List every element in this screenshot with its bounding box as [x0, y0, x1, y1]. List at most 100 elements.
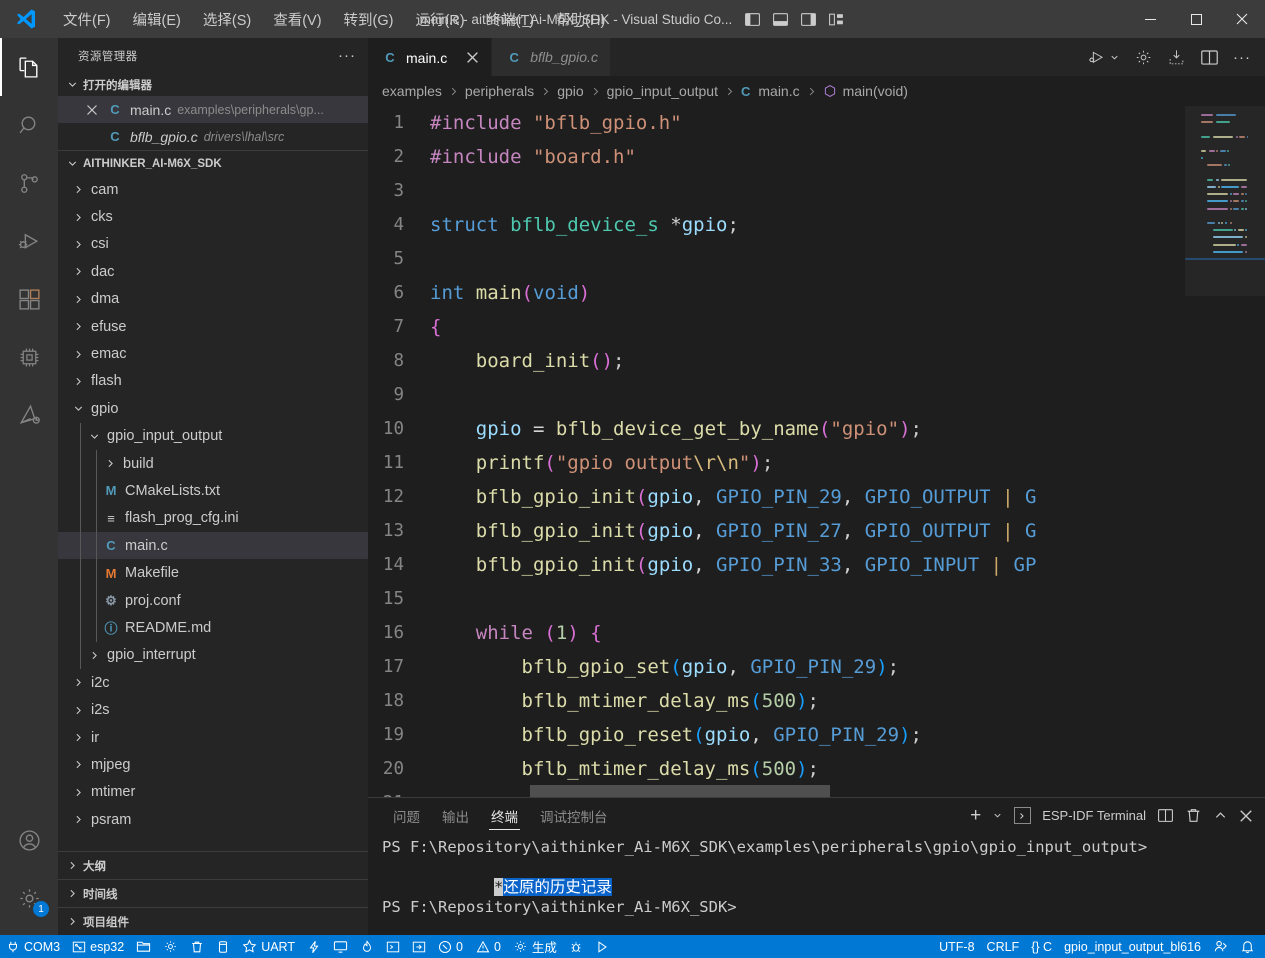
- panel-tab-debug-console[interactable]: 调试控制台: [529, 798, 619, 833]
- code-line[interactable]: 11 printf("gpio output\r\n");: [368, 446, 1185, 480]
- split-terminal-icon[interactable]: [1157, 807, 1174, 824]
- minimize-button[interactable]: [1127, 0, 1173, 38]
- tree-item-gpio[interactable]: gpio: [58, 395, 368, 422]
- panel-tab-terminal[interactable]: 终端: [480, 798, 529, 833]
- status-language-mode[interactable]: {} C: [1025, 935, 1058, 958]
- minimap[interactable]: [1185, 106, 1265, 797]
- tree-item-csi[interactable]: csi: [58, 231, 368, 258]
- status-build-task[interactable]: 生成: [507, 935, 563, 958]
- code-line[interactable]: 5: [368, 242, 1185, 276]
- tree-item-cam[interactable]: cam: [58, 176, 368, 203]
- tree-item-cmakelists-txt[interactable]: M CMakeLists.txt: [58, 477, 368, 505]
- menu-file[interactable]: 文件(F): [52, 5, 122, 34]
- close-button[interactable]: [1219, 0, 1265, 38]
- breadcrumb-item[interactable]: main.c: [758, 83, 799, 99]
- code-content[interactable]: 1 #include "bflb_gpio.h" 2 #include "board.…: [368, 106, 1185, 797]
- code-line[interactable]: 7{: [368, 310, 1185, 344]
- sidebar-more-actions-icon[interactable]: ···: [338, 47, 356, 64]
- code-line[interactable]: 9: [368, 378, 1185, 412]
- project-root-header[interactable]: AITHINKER_AI-M6X_SDK: [58, 150, 368, 176]
- status-problems[interactable]: 0 0: [432, 935, 507, 958]
- code-line[interactable]: 4 struct bflb_device_s *gpio;: [368, 208, 1185, 242]
- activitybar-item-account[interactable]: [0, 811, 58, 869]
- split-editor-icon[interactable]: [1200, 48, 1219, 67]
- tree-item-flash-prog-cfg-ini[interactable]: ≡ flash_prog_cfg.ini: [58, 504, 368, 533]
- open-editor-row-main-c[interactable]: C main.c examples\peripherals\gp...: [58, 96, 368, 123]
- code-line[interactable]: 3: [368, 174, 1185, 208]
- tree-item-i2s[interactable]: i2s: [58, 696, 368, 723]
- terminal-instance-label[interactable]: ESP-IDF Terminal: [1042, 808, 1146, 823]
- menu-edit[interactable]: 编辑(E): [122, 5, 192, 34]
- open-editors-header[interactable]: 打开的编辑器: [58, 73, 368, 96]
- menu-run[interactable]: 运行(R): [404, 5, 475, 34]
- activitybar-item-platformio[interactable]: [0, 386, 58, 444]
- code-line[interactable]: 14 bflb_gpio_init(gpio, GPIO_PIN_33, GPI…: [368, 548, 1185, 582]
- code-line[interactable]: 19 bflb_gpio_reset(gpio, GPIO_PIN_29);: [368, 718, 1185, 752]
- breadcrumb-symbol[interactable]: main(void): [843, 83, 908, 99]
- activitybar-item-settings[interactable]: 1: [0, 869, 58, 927]
- status-full-clean[interactable]: [184, 935, 210, 958]
- tree-item-proj-conf[interactable]: ⚙ proj.conf: [58, 586, 368, 615]
- tree-item-flash[interactable]: flash: [58, 368, 368, 395]
- tree-item-ir[interactable]: ir: [58, 724, 368, 751]
- new-terminal-dropdown-icon[interactable]: [992, 810, 1003, 821]
- menu-view[interactable]: 查看(V): [262, 5, 332, 34]
- status-flash-method[interactable]: UART: [236, 935, 301, 958]
- window-controls[interactable]: [1127, 0, 1265, 38]
- timeline-section[interactable]: 时间线: [58, 879, 368, 907]
- gear-icon[interactable]: [1134, 48, 1153, 67]
- code-line[interactable]: 6 int main(void): [368, 276, 1185, 310]
- open-editor-row-bflb-gpio-c[interactable]: C bflb_gpio.c drivers\lhal\src: [58, 123, 368, 150]
- menu-help[interactable]: 帮助(H): [545, 5, 616, 34]
- status-build-flash-monitor[interactable]: [301, 935, 327, 958]
- more-actions-icon[interactable]: ···: [1233, 49, 1251, 66]
- tree-item-readme-md[interactable]: ⓘ README.md: [58, 614, 368, 642]
- status-target-board[interactable]: esp32: [66, 935, 130, 958]
- activitybar-item-extensions[interactable]: [0, 270, 58, 328]
- status-qemu[interactable]: [406, 935, 432, 958]
- status-eol[interactable]: CRLF: [981, 935, 1026, 958]
- activitybar-item-run-and-debug[interactable]: [0, 212, 58, 270]
- maximize-panel-icon[interactable]: [1213, 808, 1228, 823]
- panel-tab-problems[interactable]: 问题: [382, 798, 431, 833]
- activitybar-item-source-control[interactable]: [0, 154, 58, 212]
- customize-layout-icon[interactable]: [828, 11, 845, 28]
- tree-item-efuse[interactable]: efuse: [58, 313, 368, 340]
- status-cmake-target[interactable]: gpio_input_output_bl616: [1058, 935, 1207, 958]
- toggle-primary-sidebar-icon[interactable]: [744, 11, 761, 28]
- kill-terminal-icon[interactable]: [1185, 807, 1202, 824]
- close-icon[interactable]: [84, 104, 100, 116]
- menu-bar[interactable]: 文件(F) 编辑(E) 选择(S) 查看(V) 转到(G) 运行(R) 终端(T…: [52, 5, 616, 34]
- code-line[interactable]: 15: [368, 582, 1185, 616]
- code-line[interactable]: 18 bflb_mtimer_delay_ms(500);: [368, 684, 1185, 718]
- code-line[interactable]: 10 gpio = bflb_device_get_by_name("gpio"…: [368, 412, 1185, 446]
- tree-item-dac[interactable]: dac: [58, 258, 368, 285]
- breadcrumb-item[interactable]: peripherals: [465, 83, 534, 99]
- tree-item-makefile[interactable]: M Makefile: [58, 559, 368, 587]
- close-icon[interactable]: [466, 51, 479, 64]
- status-serial-port[interactable]: COM3: [0, 935, 66, 958]
- tree-item-dma[interactable]: dma: [58, 286, 368, 313]
- tree-item-i2c[interactable]: i2c: [58, 669, 368, 696]
- run-debug-dropdown-icon[interactable]: [1087, 48, 1120, 67]
- status-menuconfig[interactable]: [157, 935, 184, 958]
- code-line[interactable]: 8 board_init();: [368, 344, 1185, 378]
- download-icon[interactable]: [1167, 48, 1186, 67]
- breadcrumb[interactable]: examples peripherals gpio gpio_input_output…: [368, 76, 1265, 106]
- code-line[interactable]: 20 bflb_mtimer_delay_ms(500);: [368, 752, 1185, 786]
- menu-go[interactable]: 转到(G): [333, 5, 405, 34]
- toggle-secondary-sidebar-icon[interactable]: [800, 11, 817, 28]
- status-debug[interactable]: [354, 935, 380, 958]
- breadcrumb-item[interactable]: gpio: [557, 83, 583, 99]
- status-notifications[interactable]: [1234, 935, 1265, 958]
- status-open-folder[interactable]: [130, 935, 157, 958]
- editor-tab-bflb-gpio-c[interactable]: C bflb_gpio.c: [492, 38, 611, 76]
- toggle-panel-icon[interactable]: [772, 11, 789, 28]
- tree-item-mjpeg[interactable]: mjpeg: [58, 751, 368, 778]
- code-line[interactable]: 1 #include "bflb_gpio.h": [368, 106, 1185, 140]
- status-open-terminal[interactable]: [380, 935, 406, 958]
- code-line[interactable]: 2 #include "board.h": [368, 140, 1185, 174]
- scrollbar-thumb[interactable]: [530, 785, 830, 797]
- tree-item-psram[interactable]: psram: [58, 806, 368, 833]
- editor-tab-main-c[interactable]: C main.c: [368, 38, 493, 76]
